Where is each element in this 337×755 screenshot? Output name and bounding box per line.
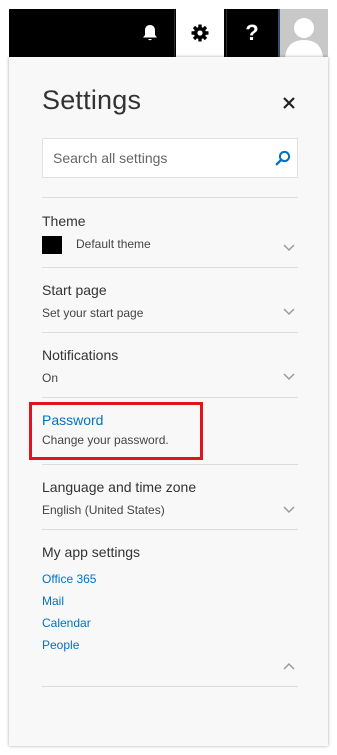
search-box	[42, 138, 298, 178]
office-365-link[interactable]: Office 365	[42, 572, 96, 586]
search-input[interactable]	[43, 139, 273, 177]
divider	[42, 529, 298, 530]
avatar-icon	[285, 18, 323, 57]
close-icon	[283, 97, 295, 109]
notifications-subtitle: On	[42, 371, 59, 385]
gear-icon	[191, 24, 209, 42]
bell-icon	[143, 25, 157, 41]
divider	[42, 197, 298, 198]
top-navigation-bar: ?	[9, 9, 328, 57]
password-highlight-box	[29, 402, 203, 460]
calendar-link[interactable]: Calendar	[42, 616, 91, 630]
chevron-down-icon[interactable]	[283, 373, 295, 381]
language-subtitle: English (United States)	[42, 503, 165, 517]
page-title: Settings	[42, 85, 142, 115]
settings-button[interactable]	[176, 9, 224, 57]
theme-subtitle: Default theme	[76, 237, 151, 251]
people-link[interactable]: People	[42, 638, 79, 652]
chevron-up-icon[interactable]	[283, 662, 295, 670]
search-icon	[275, 150, 291, 166]
language-title: Language and time zone	[42, 479, 197, 495]
search-button[interactable]	[275, 150, 291, 166]
close-button[interactable]	[281, 95, 297, 111]
divider	[42, 397, 298, 398]
help-icon: ?	[245, 20, 259, 45]
chevron-down-icon[interactable]	[283, 244, 295, 252]
divider	[42, 267, 298, 268]
chevron-down-icon[interactable]	[283, 506, 295, 514]
notifications-button[interactable]	[126, 9, 174, 57]
start-page-title: Start page	[42, 282, 107, 298]
help-button[interactable]: ?	[228, 9, 276, 57]
theme-swatch	[42, 236, 62, 254]
settings-panel: Settings Theme Default theme Start page …	[9, 57, 328, 746]
topbar-separator	[226, 9, 227, 57]
chevron-down-icon[interactable]	[283, 308, 295, 316]
divider	[42, 332, 298, 333]
divider	[42, 686, 298, 687]
user-avatar[interactable]	[280, 9, 328, 57]
my-app-settings-title: My app settings	[42, 544, 141, 560]
start-page-subtitle: Set your start page	[42, 306, 144, 320]
divider	[42, 464, 298, 465]
topbar-separator	[174, 9, 175, 57]
theme-title: Theme	[42, 213, 86, 229]
mail-link[interactable]: Mail	[42, 594, 64, 608]
notifications-title: Notifications	[42, 347, 119, 363]
